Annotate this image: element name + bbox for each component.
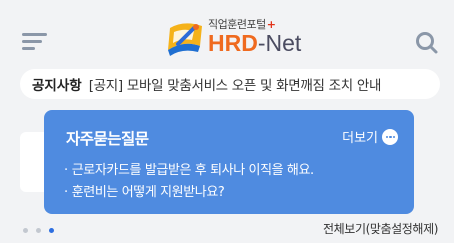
more-label: 더보기	[342, 131, 378, 146]
logo-title: HRD-Net	[208, 30, 302, 56]
carousel-pager	[23, 228, 54, 233]
faq-question-list: · 근로자카드를 발급받은 후 퇴사나 이직을 해요. · 훈련비는 어떻게 지원받…	[64, 160, 314, 204]
bullet-icon: ·	[64, 185, 68, 200]
flag-logo-icon	[168, 23, 202, 56]
pager-dot-active[interactable]	[49, 228, 54, 233]
pager-dot[interactable]	[23, 228, 28, 233]
search-icon[interactable]	[414, 30, 440, 56]
bullet-icon: ·	[64, 163, 68, 178]
notice-text[interactable]: [공지] 모바일 맞춤서비스 오픈 및 화면깨짐 조치 안내	[89, 74, 382, 94]
faq-more-button[interactable]: 더보기	[342, 127, 398, 146]
more-dots-icon	[382, 128, 398, 145]
faq-card[interactable]: 자주묻는질문 더보기 · 근로자카드를 발급받은 후 퇴사나 이직을 해요. · 훈…	[44, 110, 414, 214]
hamburger-menu-icon[interactable]	[22, 31, 48, 53]
hrd-net-logo[interactable]: 직업훈련포털+ HRD-Net	[164, 12, 314, 64]
pager-dot[interactable]	[36, 228, 41, 233]
faq-title: 자주묻는질문	[66, 130, 149, 148]
notice-bar[interactable]: 공지사항 [공지] 모바일 맞춤서비스 오픈 및 화면깨짐 조치 안내	[20, 69, 440, 99]
faq-question-item[interactable]: · 훈련비는 어떻게 지원받나요?	[64, 182, 314, 204]
faq-question-item[interactable]: · 근로자카드를 발급받은 후 퇴사나 이직을 해요.	[64, 160, 314, 182]
notice-label: 공지사항	[32, 78, 82, 94]
view-all-link[interactable]: 전체보기(맞춤설정해제)	[323, 220, 438, 237]
